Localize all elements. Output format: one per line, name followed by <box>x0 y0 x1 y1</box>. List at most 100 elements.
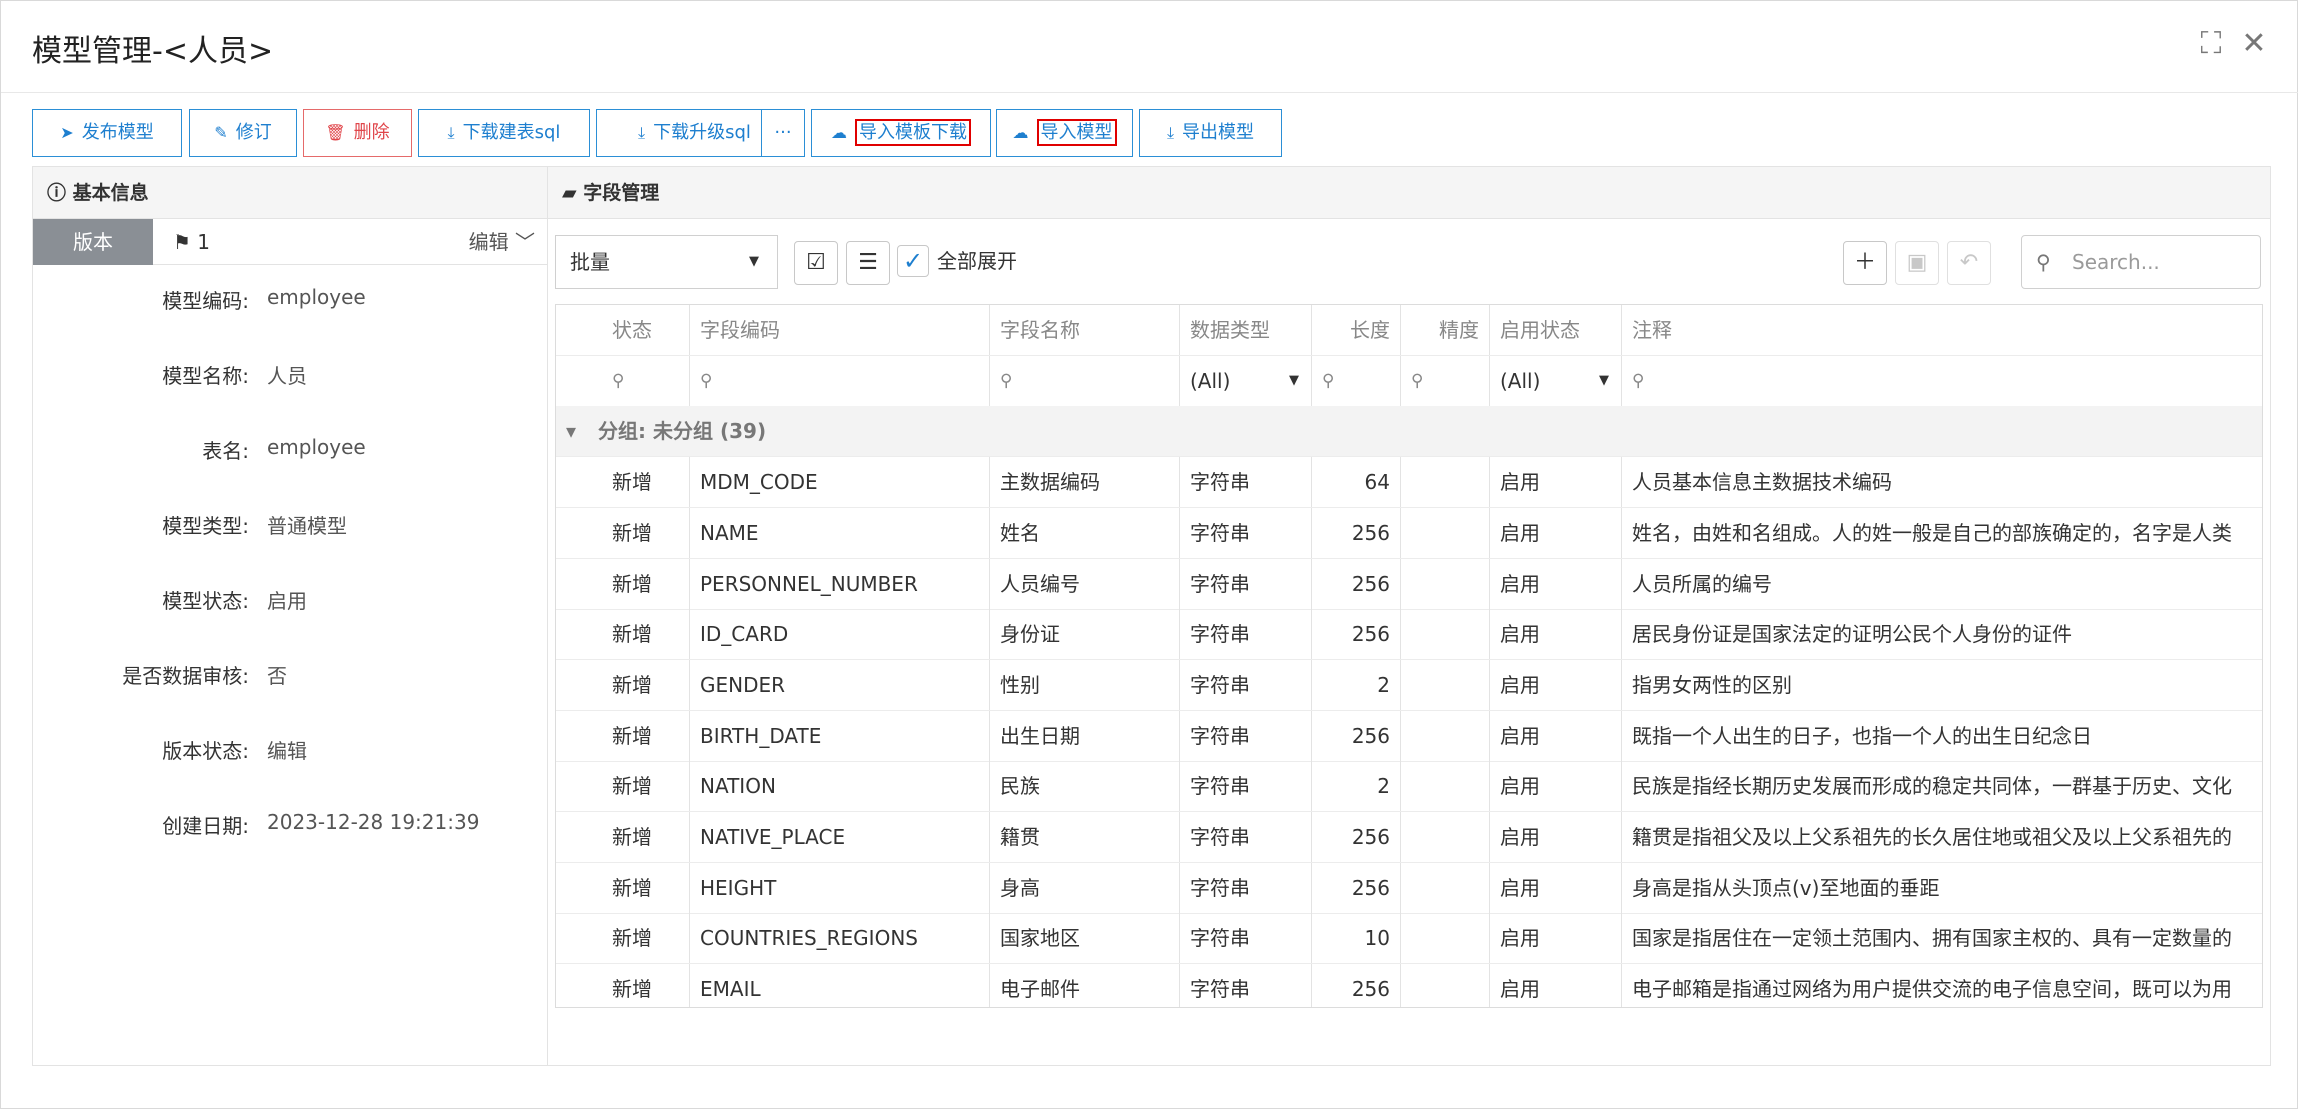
revise-button[interactable]: ✎ 修订 <box>189 109 297 157</box>
table-cell[interactable]: 启用 <box>1490 761 1622 812</box>
column-filter-input[interactable]: ⚲ <box>556 355 690 406</box>
delete-button[interactable]: 🗑 删除 <box>303 109 412 157</box>
group-row[interactable]: ▾ 分组: 未分组 (39) <box>556 406 2262 458</box>
table-cell[interactable]: 人员所属的编号 <box>1622 559 2262 609</box>
version-tab[interactable]: 版本 <box>33 219 153 265</box>
table-cell[interactable]: HEIGHT <box>690 862 990 913</box>
publish-model-button[interactable]: ➤ 发布模型 <box>32 109 182 157</box>
table-cell[interactable]: 国家地区 <box>990 913 1180 964</box>
caret-down-icon[interactable]: ▾ <box>566 419 576 443</box>
table-row[interactable]: 新增 ID_CARD 身份证 字符串 256 启用 居民身份证是国家法定的证明公民个人身份的… <box>556 609 2262 661</box>
table-cell[interactable] <box>1401 964 1490 1007</box>
table-cell[interactable]: 姓名 <box>990 507 1180 558</box>
table-cell[interactable]: 启用 <box>1490 659 1622 710</box>
table-cell[interactable]: 启用 <box>1490 507 1622 558</box>
table-cell[interactable]: 启用 <box>1490 964 1622 1007</box>
search-input[interactable]: ⚲ Search... <box>2021 235 2261 289</box>
table-cell[interactable]: 新增 <box>556 457 690 508</box>
column-filter-dropdown[interactable]: (All) ▼ <box>1490 355 1622 406</box>
undo-button[interactable]: ↶ <box>1947 241 1991 285</box>
table-cell[interactable]: 出生日期 <box>990 710 1180 761</box>
table-cell[interactable] <box>1401 710 1490 761</box>
table-cell[interactable]: 新增 <box>556 913 690 964</box>
table-row[interactable]: 新增 PERSONNEL_NUMBER 人员编号 字符串 256 启用 人员所属的编号 <box>556 558 2262 610</box>
table-cell[interactable]: 字符串 <box>1180 761 1312 812</box>
download-create-sql-button[interactable]: ⤓ 下载建表sql <box>418 109 590 157</box>
table-cell[interactable] <box>1401 659 1490 710</box>
column-header[interactable]: 精度 <box>1401 305 1490 355</box>
table-cell[interactable]: ID_CARD <box>690 609 990 660</box>
add-row-button[interactable]: ＋ <box>1843 241 1887 285</box>
table-cell[interactable]: 10 <box>1312 913 1401 964</box>
table-cell[interactable]: 电子邮件 <box>990 964 1180 1007</box>
table-row[interactable]: 新增 BIRTH_DATE 出生日期 字符串 256 启用 既指一个人出生的日子，也指一个人… <box>556 710 2262 762</box>
import-template-download-button[interactable]: ☁ 导入模板下载 <box>811 109 991 157</box>
column-header[interactable]: 状态 <box>556 305 690 355</box>
table-cell[interactable]: 新增 <box>556 964 690 1007</box>
table-cell[interactable]: 字符串 <box>1180 964 1312 1007</box>
table-cell[interactable]: 身高 <box>990 862 1180 913</box>
table-cell[interactable]: NATIVE_PLACE <box>690 812 990 862</box>
table-cell[interactable]: 指男女两性的区别 <box>1622 660 2262 710</box>
table-cell[interactable]: BIRTH_DATE <box>690 710 990 761</box>
table-cell[interactable]: 字符串 <box>1180 913 1312 964</box>
table-cell[interactable]: COUNTRIES_REGIONS <box>690 913 990 964</box>
table-cell[interactable]: 2 <box>1312 761 1401 812</box>
table-cell[interactable]: 人员基本信息主数据技术编码 <box>1622 457 2262 507</box>
table-cell[interactable]: 新增 <box>556 507 690 558</box>
column-header[interactable]: 字段编码 <box>690 305 990 355</box>
table-cell[interactable]: 新增 <box>556 710 690 761</box>
table-cell[interactable]: 启用 <box>1490 609 1622 660</box>
table-cell[interactable]: 启用 <box>1490 913 1622 964</box>
table-cell[interactable]: 身高是指从头顶点(v)至地面的垂距 <box>1622 863 2262 913</box>
table-cell[interactable]: 新增 <box>556 812 690 862</box>
table-cell[interactable]: 身份证 <box>990 609 1180 660</box>
table-cell[interactable]: 2 <box>1312 659 1401 710</box>
table-cell[interactable]: 字符串 <box>1180 507 1312 558</box>
column-filter-input[interactable]: ⚲ <box>990 355 1180 406</box>
export-model-button[interactable]: ⤓ 导出模型 <box>1139 109 1282 157</box>
table-cell[interactable]: 启用 <box>1490 862 1622 913</box>
table-cell[interactable] <box>1401 558 1490 609</box>
table-cell[interactable]: 64 <box>1312 457 1401 508</box>
table-cell[interactable]: 启用 <box>1490 710 1622 761</box>
column-filter-input[interactable]: ⚲ <box>1312 355 1401 406</box>
table-cell[interactable]: 字符串 <box>1180 862 1312 913</box>
table-row[interactable]: 新增 NATION 民族 字符串 2 启用 民族是指经长期历史发展而形成的稳定共同体，一群基… <box>556 761 2262 813</box>
table-cell[interactable]: 人员编号 <box>990 558 1180 609</box>
table-cell[interactable]: 居民身份证是国家法定的证明公民个人身份的证件 <box>1622 609 2262 659</box>
table-cell[interactable] <box>1401 507 1490 558</box>
table-cell[interactable]: 新增 <box>556 609 690 660</box>
save-button[interactable]: ▣ <box>1895 241 1939 285</box>
table-cell[interactable]: 民族 <box>990 761 1180 812</box>
edit-dropdown[interactable]: 编辑 ﹀ <box>469 219 535 265</box>
table-cell[interactable]: 新增 <box>556 659 690 710</box>
column-header[interactable]: 注释 <box>1622 305 2262 355</box>
table-cell[interactable]: 启用 <box>1490 558 1622 609</box>
table-cell[interactable]: EMAIL <box>690 964 990 1007</box>
column-filter-dropdown[interactable]: (All) ▼ <box>1180 355 1312 406</box>
table-row[interactable]: 新增 NAME 姓名 字符串 256 启用 姓名，由姓和名组成。人的姓一般是自己的部族确定的… <box>556 507 2262 559</box>
table-row[interactable]: 新增 GENDER 性别 字符串 2 启用 指男女两性的区别 <box>556 659 2262 711</box>
table-cell[interactable]: GENDER <box>690 659 990 710</box>
table-cell[interactable]: NATION <box>690 761 990 812</box>
table-cell[interactable]: 主数据编码 <box>990 457 1180 508</box>
table-row[interactable]: 新增 EMAIL 电子邮件 字符串 256 启用 电子邮箱是指通过网络为用户提供交流的电子信… <box>556 964 2262 1007</box>
table-cell[interactable]: 256 <box>1312 609 1401 660</box>
table-cell[interactable]: MDM_CODE <box>690 457 990 508</box>
table-cell[interactable]: 电子邮箱是指通过网络为用户提供交流的电子信息空间，既可以为用 <box>1622 964 2262 1007</box>
batch-select[interactable]: 批量 ▼ <box>555 235 778 289</box>
table-cell[interactable]: NAME <box>690 507 990 558</box>
column-filter-input[interactable]: ⚲ <box>1622 356 2262 406</box>
table-row[interactable]: 新增 NATIVE_PLACE 籍贯 字符串 256 启用 籍贯是指祖父及以上父系祖先的长久… <box>556 812 2262 863</box>
table-cell[interactable]: 籍贯是指祖父及以上父系祖先的长久居住地或祖父及以上父系祖先的 <box>1622 812 2262 862</box>
table-cell[interactable] <box>1401 457 1490 508</box>
table-cell[interactable] <box>1401 761 1490 812</box>
table-row[interactable]: 新增 MDM_CODE 主数据编码 字符串 64 启用 人员基本信息主数据技术编码 <box>556 457 2262 509</box>
column-header[interactable]: 长度 <box>1312 305 1401 355</box>
table-cell[interactable]: 字符串 <box>1180 710 1312 761</box>
table-cell[interactable]: 256 <box>1312 812 1401 862</box>
table-cell[interactable]: 性别 <box>990 659 1180 710</box>
table-cell[interactable]: 256 <box>1312 964 1401 1007</box>
table-cell[interactable] <box>1401 913 1490 964</box>
